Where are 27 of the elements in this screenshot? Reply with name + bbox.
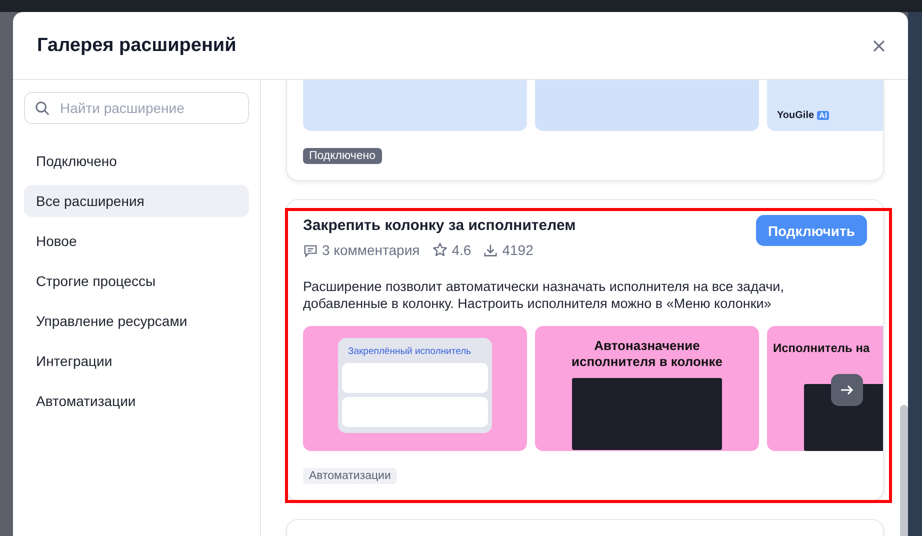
sidebar-item[interactable]: Строгие процессы (24, 265, 249, 297)
sidebar-item[interactable]: Подключено (24, 145, 249, 177)
search-field[interactable]: Найти расширение (24, 92, 249, 124)
extension-title: Закрепить колонку за исполнителем (303, 217, 576, 234)
arrow-right-icon (840, 383, 854, 397)
dialog-title: Галерея расширений (37, 34, 236, 56)
sidebar-item[interactable]: Управление ресурсами (24, 305, 249, 337)
slide-headline: Автоназначение исполнителя в колонке (570, 338, 724, 370)
scrollbar-thumb[interactable] (900, 405, 908, 536)
star-icon (432, 242, 448, 258)
preview-title: Закреплённый исполнитель (347, 345, 472, 359)
comment-icon (303, 242, 318, 258)
comments-count: 3 комментария (303, 242, 420, 258)
rating: 4.6 (432, 242, 472, 258)
downloads-count: 4192 (483, 242, 534, 258)
sidebar-item[interactable]: Автоматизации (24, 385, 249, 417)
next-slide-button[interactable] (831, 374, 863, 406)
category-tag: Автоматизации (303, 468, 397, 484)
category-tag: Подключено (303, 148, 382, 164)
sidebar-item[interactable]: Все расширения (24, 185, 249, 217)
slide-headline: Исполнитель на (773, 340, 870, 356)
extension-description: Расширение позволит автоматически назначать исполнителя на все задачи, добавленные в колонку. Настроить исполнителя можно в «Меню колонки» (303, 278, 785, 312)
download-icon (483, 242, 498, 258)
sidebar-item[interactable]: Новое (24, 225, 249, 257)
sidebar-item[interactable]: Интеграции (24, 345, 249, 377)
search-icon (35, 100, 50, 116)
brand-logo: YouGile AI (777, 110, 830, 121)
